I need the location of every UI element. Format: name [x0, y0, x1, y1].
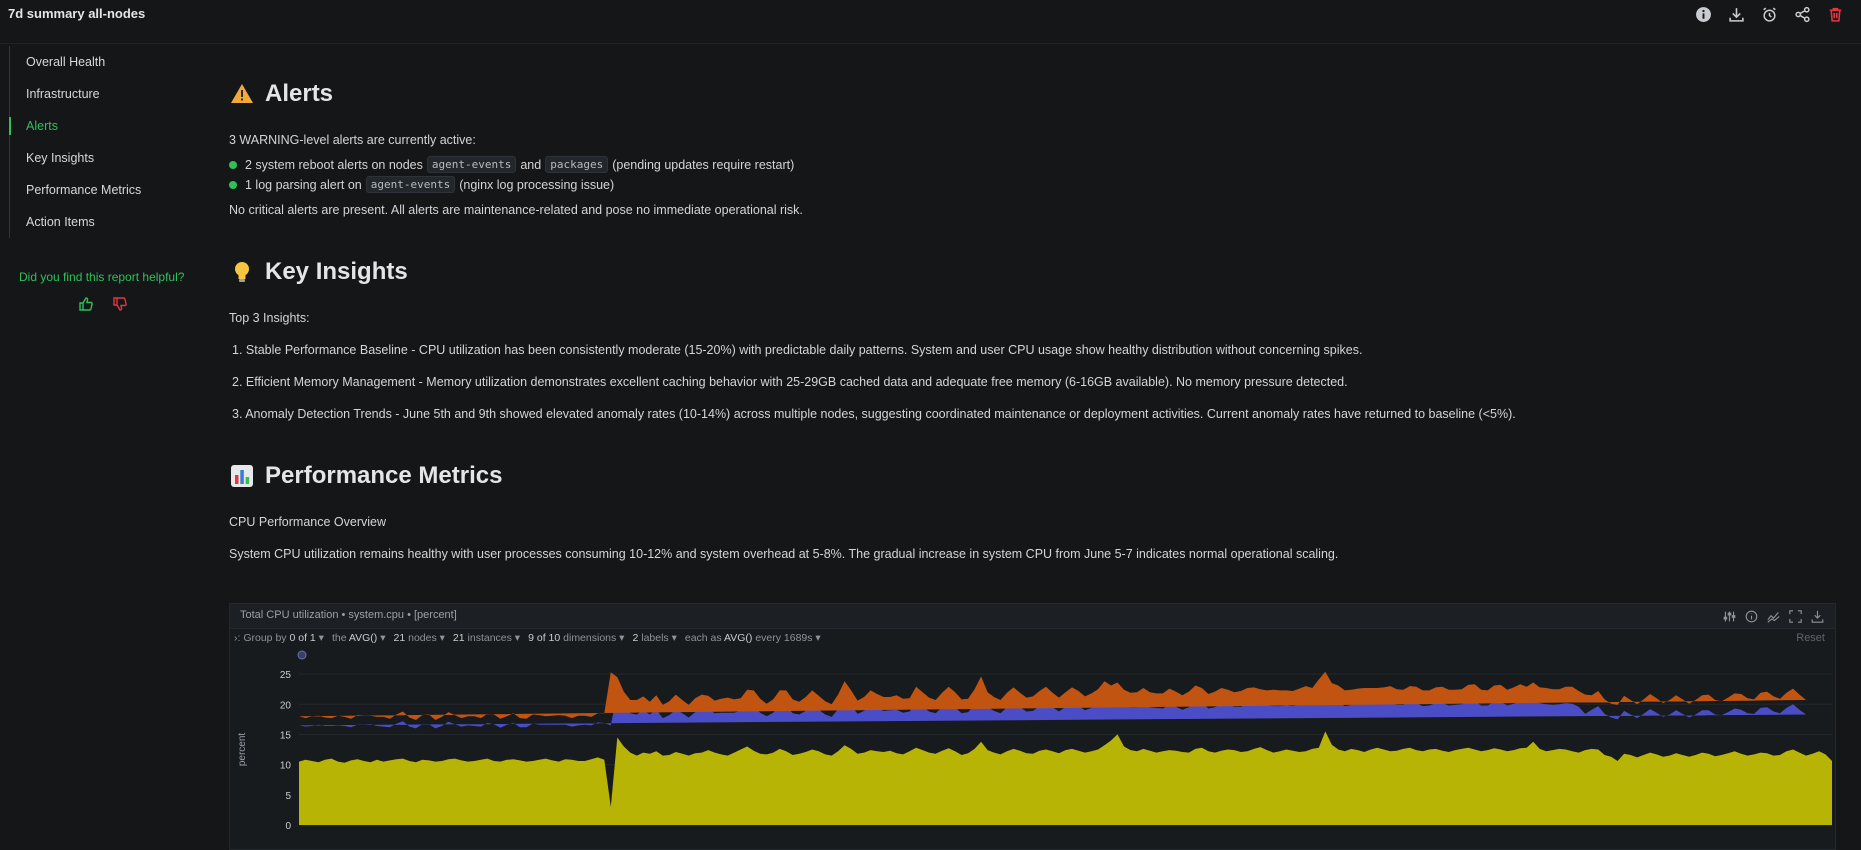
alert-bullet-text: and	[520, 157, 542, 172]
report-title: 7d summary all-nodes	[8, 6, 146, 21]
sidebar-item-action-items[interactable]: Action Items	[10, 206, 180, 238]
annotation-marker[interactable]	[297, 650, 307, 660]
insight-text: Anomaly Detection Trends - June 5th and …	[245, 407, 1516, 421]
y-tick-label: 5	[285, 791, 291, 802]
node-code: agent-events	[426, 156, 517, 173]
performance-heading-text: Performance Metrics	[265, 462, 503, 489]
info-icon[interactable]	[1692, 4, 1715, 24]
alerts-heading: Alerts	[229, 80, 333, 108]
feedback-prompt: Did you find this report helpful?	[19, 270, 185, 284]
insight-item: 3. Anomaly Detection Trends - June 5th a…	[232, 407, 1516, 421]
alerts-intro: 3 WARNING-level alerts are currently act…	[229, 133, 476, 147]
share-icon[interactable]	[1791, 4, 1814, 24]
alerts-heading-text: Alerts	[265, 80, 334, 107]
alert-bullet-text: 1 log parsing alert on	[245, 177, 362, 192]
alert-bullet: 2 system reboot alerts on nodes agent-ev…	[229, 156, 794, 173]
alarm-icon[interactable]	[1758, 4, 1781, 24]
insight-item: 1. Stable Performance Baseline - CPU uti…	[232, 343, 1363, 357]
alert-bullet-text: 2 system reboot alerts on nodes	[245, 157, 423, 172]
y-tick-label: 15	[280, 730, 292, 741]
thumbs-up-icon[interactable]	[78, 296, 94, 312]
alert-bullet-text: (nginx log processing issue)	[459, 177, 615, 192]
sidebar-item-performance-metrics[interactable]: Performance Metrics	[10, 174, 180, 206]
warning-icon	[229, 81, 255, 107]
bar-chart-icon	[229, 463, 255, 489]
y-tick-label: 20	[280, 700, 292, 711]
node-code: agent-events	[365, 176, 456, 193]
insights-intro: Top 3 Insights:	[229, 311, 310, 325]
sidebar-item-overall-health[interactable]: Overall Health	[10, 46, 180, 78]
bullet-dot	[229, 180, 237, 189]
performance-heading: Performance Metrics	[229, 462, 502, 490]
feedback-buttons	[78, 296, 128, 312]
alerts-summary: No critical alerts are present. All aler…	[229, 203, 803, 217]
sidebar-item-key-insights[interactable]: Key Insights	[10, 142, 180, 174]
insight-text: Stable Performance Baseline - CPU utiliz…	[245, 343, 1363, 357]
insight-item: 2. Efficient Memory Management - Memory …	[232, 375, 1348, 389]
insights-heading-text: Key Insights	[265, 258, 408, 285]
cpu-area-chart: 0 5 10 15 20 25	[280, 650, 1832, 832]
trash-icon[interactable]	[1824, 4, 1847, 24]
thumbs-down-icon[interactable]	[112, 296, 128, 312]
report-nav: Overall Health Infrastructure Alerts Key…	[9, 46, 180, 238]
insight-text: Efficient Memory Management - Memory uti…	[245, 375, 1348, 389]
insights-heading: Key Insights	[229, 258, 408, 286]
y-tick-label: 10	[280, 761, 292, 772]
series-area-user	[299, 731, 1832, 825]
cpu-chart-panel: Total CPU utilization • system.cpu • [pe…	[229, 603, 1836, 850]
performance-subheading: CPU Performance Overview	[229, 515, 386, 529]
y-tick-label: 0	[285, 821, 291, 832]
alert-bullet-text: (pending updates require restart)	[612, 157, 795, 172]
sidebar-item-infrastructure[interactable]: Infrastructure	[10, 78, 180, 110]
lightbulb-icon	[229, 259, 255, 285]
top-bar: 7d summary all-nodes	[0, 0, 1861, 44]
node-code: packages	[545, 156, 609, 173]
y-tick-label: 25	[280, 670, 292, 681]
performance-text: System CPU utilization remains healthy w…	[229, 547, 1339, 561]
bullet-dot	[229, 160, 237, 169]
alert-bullet: 1 log parsing alert on agent-events (ngi…	[229, 176, 614, 193]
download-icon[interactable]	[1725, 4, 1748, 24]
sidebar-item-alerts[interactable]: Alerts	[9, 110, 180, 142]
header-actions	[1692, 4, 1847, 24]
